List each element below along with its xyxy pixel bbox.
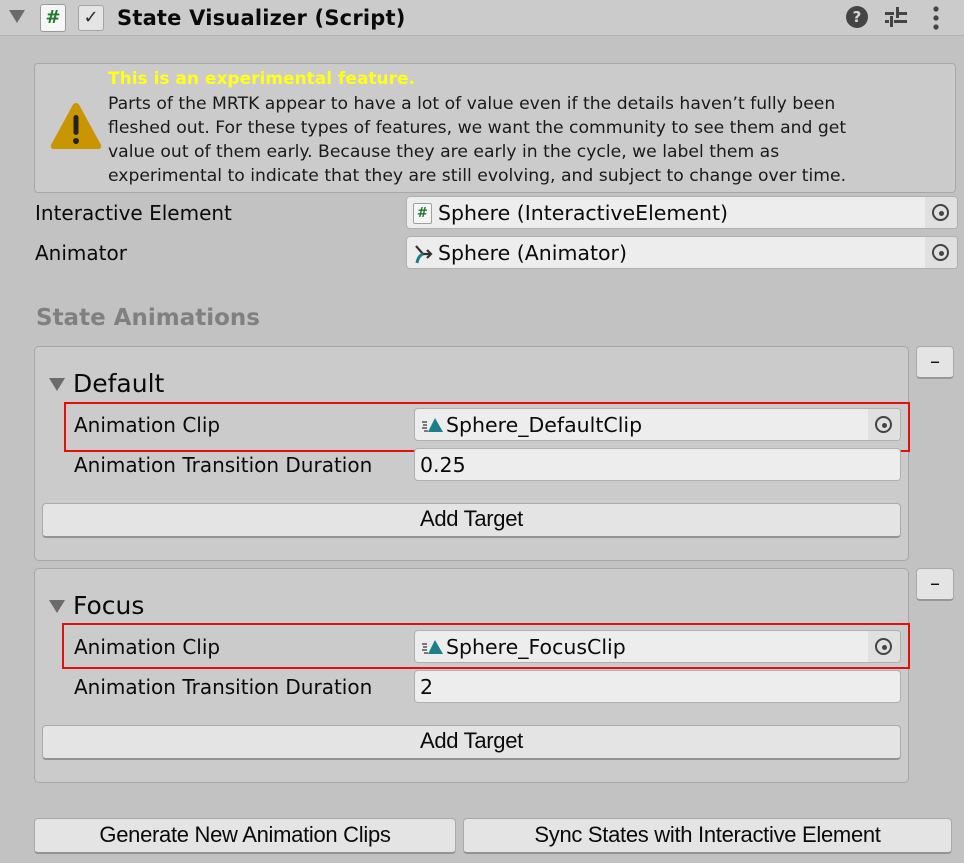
warning-title: This is an experimental feature.	[108, 69, 416, 89]
animation-clip-icon	[422, 418, 443, 432]
kebab-menu-icon[interactable]	[928, 5, 944, 31]
interactive-element-value: Sphere (InteractiveElement)	[438, 201, 729, 225]
sync-states-button[interactable]: Sync States with Interactive Element	[463, 818, 952, 854]
presets-icon[interactable]	[884, 6, 908, 28]
warning-line: Parts of the MRTK appear to have a lot o…	[108, 94, 836, 114]
script-icon: #	[40, 4, 66, 32]
transition-duration-input-default[interactable]: 0.25	[414, 448, 901, 481]
state-foldout-arrow-icon[interactable]	[49, 600, 65, 613]
component-title: State Visualizer (Script)	[117, 6, 406, 30]
state-name-default[interactable]: Default	[73, 368, 164, 400]
animator-label: Animator	[35, 241, 127, 265]
object-picker-icon	[875, 416, 892, 433]
animation-clip-value: Sphere_FocusClip	[446, 635, 626, 659]
warning-message: Parts of the MRTK appear to have a lot o…	[108, 92, 953, 188]
object-picker-icon	[932, 204, 949, 221]
transition-duration-value: 2	[420, 675, 434, 699]
remove-state-focus-button[interactable]: –	[916, 568, 954, 601]
object-picker-icon	[875, 638, 892, 655]
object-picker-icon	[932, 244, 949, 261]
animation-clip-label: Animation Clip	[74, 413, 221, 437]
transition-duration-label: Animation Transition Duration	[74, 675, 373, 699]
add-target-button-default[interactable]: Add Target	[42, 503, 901, 538]
component-enabled-checkbox[interactable]: ✓	[78, 5, 104, 31]
generate-animation-clips-button[interactable]: Generate New Animation Clips	[34, 818, 456, 854]
state-animations-title: State Animations	[36, 305, 260, 331]
animator-icon	[415, 245, 433, 264]
animation-clip-label: Animation Clip	[74, 635, 221, 659]
help-icon[interactable]: ?	[846, 6, 868, 28]
interactive-element-field[interactable]: # Sphere (InteractiveElement)	[406, 196, 958, 229]
warning-line: fleshed out. For these types of features…	[108, 118, 847, 138]
warning-icon	[50, 103, 102, 149]
interactive-element-label: Interactive Element	[35, 201, 232, 225]
animation-clip-field-focus[interactable]: Sphere_FocusClip	[414, 630, 901, 663]
object-picker-button[interactable]	[868, 631, 900, 662]
add-target-button-focus[interactable]: Add Target	[42, 725, 901, 760]
warning-line: value out of them early. Because they ar…	[108, 142, 780, 162]
object-picker-button[interactable]	[868, 409, 900, 440]
warning-line: experimental to indicate that they are s…	[108, 166, 847, 186]
foldout-arrow-icon[interactable]	[9, 10, 25, 23]
animator-value: Sphere (Animator)	[438, 241, 627, 265]
state-foldout-arrow-icon[interactable]	[49, 378, 65, 391]
animation-clip-field-default[interactable]: Sphere_DefaultClip	[414, 408, 901, 441]
component-header: # ✓ State Visualizer (Script) ?	[0, 0, 964, 36]
remove-state-default-button[interactable]: –	[916, 346, 954, 379]
animator-field[interactable]: Sphere (Animator)	[406, 236, 958, 269]
transition-duration-value: 0.25	[420, 453, 466, 477]
state-name-focus[interactable]: Focus	[73, 590, 144, 622]
animation-clip-value: Sphere_DefaultClip	[446, 413, 643, 437]
transition-duration-input-focus[interactable]: 2	[414, 670, 901, 703]
transition-duration-label: Animation Transition Duration	[74, 453, 373, 477]
experimental-warning-box: This is an experimental feature. Parts o…	[34, 63, 956, 193]
object-picker-button[interactable]	[925, 197, 957, 228]
animation-clip-icon	[422, 640, 443, 654]
object-picker-button[interactable]	[925, 237, 957, 268]
script-icon: #	[413, 203, 432, 224]
